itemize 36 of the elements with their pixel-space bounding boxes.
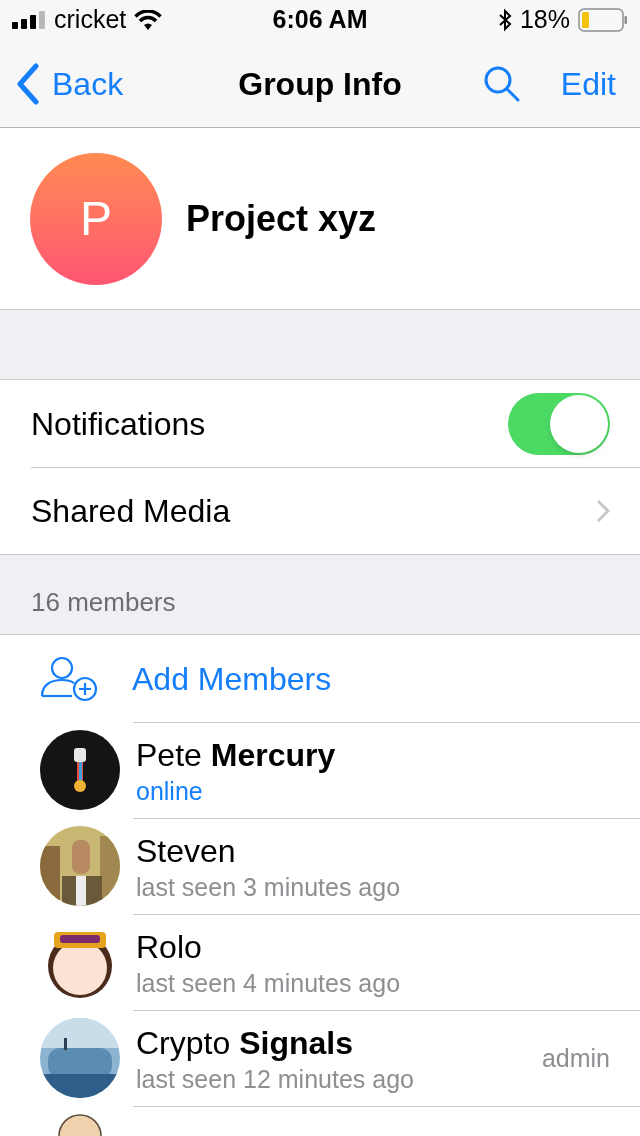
- add-members-label: Add Members: [132, 659, 332, 699]
- clock-time: 6:06 AM: [272, 4, 368, 36]
- member-name: Rolo: [136, 927, 203, 966]
- member-status: last seen 4 minutes ago: [136, 967, 402, 998]
- battery-percent: 18%: [519, 4, 570, 36]
- back-button[interactable]: Back: [16, 59, 124, 108]
- section-header: 16 members: [31, 586, 176, 620]
- add-person-icon: [40, 655, 98, 702]
- member-row[interactable]: Rolo last seen 4 minutes ago: [0, 914, 640, 1010]
- member-name: Crypto Signals: [136, 1023, 354, 1062]
- row-label: Shared Media: [31, 492, 232, 532]
- member-name: Pete Mercury: [136, 735, 337, 774]
- member-status: online: [136, 775, 204, 806]
- member-name: Steven: [136, 831, 237, 870]
- search-icon[interactable]: [482, 64, 521, 103]
- role-label: admin: [541, 1042, 610, 1074]
- carrier-name: cricket: [54, 4, 127, 36]
- member-status: last seen 3 minutes ago: [136, 871, 402, 902]
- chevron-right-icon: [596, 499, 610, 524]
- wifi-icon: [134, 10, 163, 30]
- member-row[interactable]: Steven last seen 3 minutes ago: [0, 818, 640, 914]
- member-row[interactable]: Pete Mercury online: [0, 722, 640, 818]
- group-name: Project xyz: [186, 196, 377, 241]
- signal-icon: [12, 11, 46, 29]
- add-members-row[interactable]: Add Members: [0, 635, 640, 722]
- settings-row[interactable]: Shared Media: [31, 467, 640, 555]
- member-status: last seen 12 minutes ago: [136, 1063, 415, 1094]
- back-chevron-icon: [16, 62, 40, 105]
- bluetooth-icon: [497, 8, 512, 32]
- edit-button[interactable]: Edit: [560, 59, 624, 108]
- row-label: Notifications: [31, 404, 207, 444]
- member-row[interactable]: Crypto Signals last seen 12 minutes ago admin: [0, 1010, 640, 1106]
- screen-title: Group Info: [238, 64, 402, 104]
- battery-icon: [578, 8, 628, 32]
- group-avatar: P: [30, 152, 162, 285]
- settings-row[interactable]: Notifications: [0, 380, 640, 468]
